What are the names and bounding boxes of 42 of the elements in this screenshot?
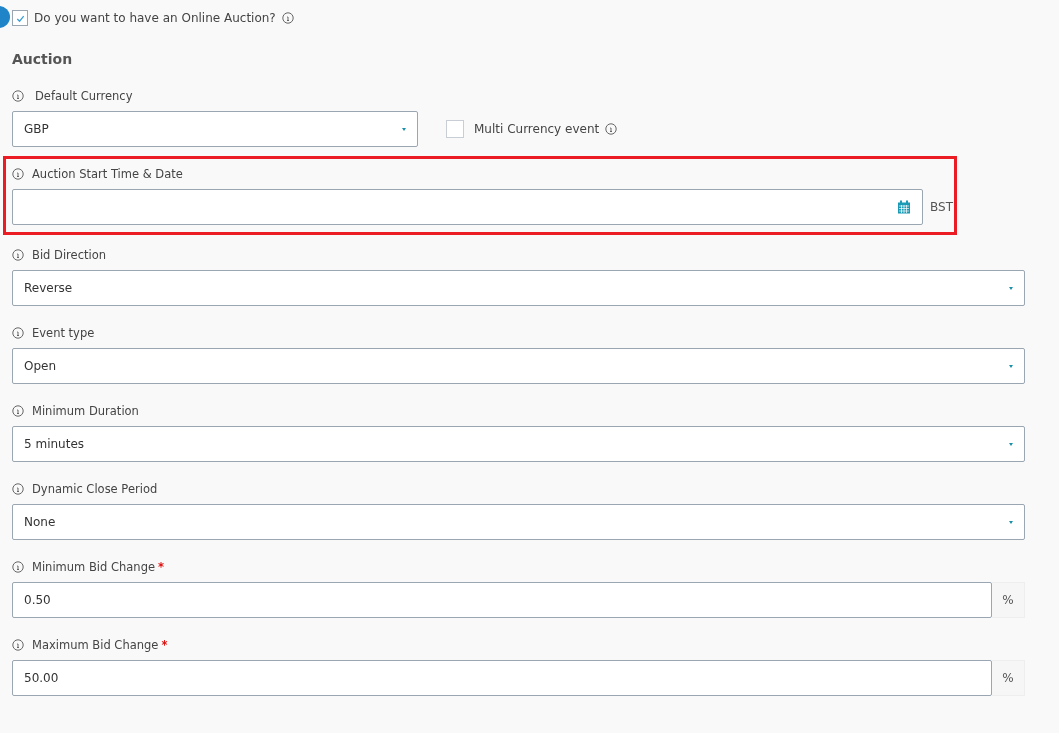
info-icon bbox=[12, 90, 24, 102]
select-field[interactable]: None bbox=[12, 504, 1025, 540]
required-mark: * bbox=[161, 638, 168, 652]
checkbox-label: Multi Currency event bbox=[474, 122, 600, 136]
field-label: Minimum Duration bbox=[32, 404, 139, 418]
unit-addon: % bbox=[992, 582, 1025, 618]
caret-icon bbox=[402, 127, 406, 131]
info-icon bbox=[12, 327, 24, 339]
field-label: Bid Direction bbox=[32, 248, 106, 262]
caret-icon bbox=[1009, 286, 1013, 290]
caret-icon bbox=[1009, 442, 1013, 446]
info-icon bbox=[12, 405, 24, 417]
date-field[interactable] bbox=[12, 189, 923, 225]
number-field[interactable]: 0.50 bbox=[12, 582, 992, 618]
field-label: Default Currency bbox=[34, 89, 133, 103]
info-icon bbox=[12, 483, 24, 495]
info-icon bbox=[12, 249, 24, 261]
checkbox[interactable] bbox=[446, 120, 464, 138]
field-label: Minimum Bid Change bbox=[32, 560, 156, 574]
field-label: Event type bbox=[32, 326, 95, 340]
select-field[interactable]: GBP bbox=[12, 111, 418, 147]
required-mark: * bbox=[158, 560, 165, 574]
caret-icon bbox=[1009, 364, 1013, 368]
number-field[interactable]: 50.00 bbox=[12, 660, 992, 696]
unit-addon: % bbox=[992, 660, 1025, 696]
info-icon bbox=[12, 561, 24, 573]
info-icon bbox=[12, 168, 24, 180]
section-title: Auction bbox=[12, 50, 74, 69]
checkbox[interactable] bbox=[12, 10, 28, 26]
info-icon bbox=[12, 639, 24, 651]
field-label: Dynamic Close Period bbox=[32, 482, 158, 496]
select-field[interactable]: Open bbox=[12, 348, 1025, 384]
caret-icon bbox=[1009, 520, 1013, 524]
info-icon bbox=[281, 12, 294, 24]
select-field[interactable]: 5 minutes bbox=[12, 426, 1025, 462]
select-field[interactable]: Reverse bbox=[12, 270, 1025, 306]
timezone-label: BST bbox=[930, 200, 953, 214]
field-label: Maximum Bid Change bbox=[32, 638, 159, 652]
checkbox-label: Do you want to have an Online Auction? bbox=[34, 11, 276, 25]
calendar-icon[interactable] bbox=[897, 200, 911, 214]
info-icon bbox=[605, 123, 618, 135]
field-label: Auction Start Time & Date bbox=[32, 167, 183, 181]
